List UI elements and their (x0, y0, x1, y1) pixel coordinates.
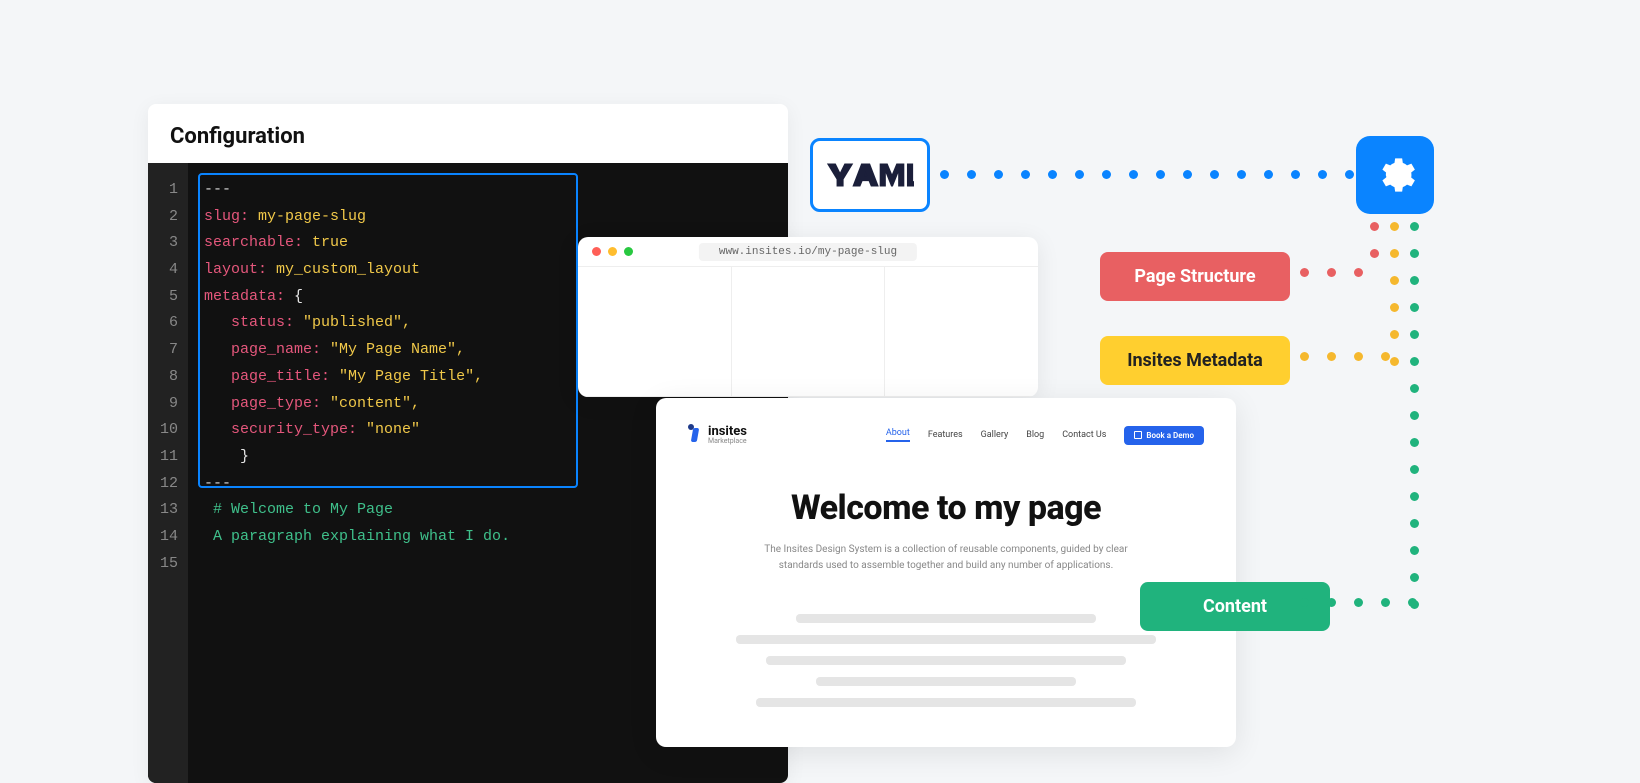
yaml-logo-icon (826, 158, 914, 192)
connector-vertical-red (1370, 222, 1379, 258)
security-type-value: "none" (357, 421, 420, 438)
searchable-key: searchable: (204, 234, 303, 251)
hero-title: Welcome to my page (688, 488, 1204, 528)
status-key: status: (231, 314, 294, 331)
metadata-key: metadata: (204, 288, 285, 305)
connector-vertical-green (1410, 222, 1419, 609)
skeleton-line (796, 614, 1096, 623)
markdown-heading: # Welcome to My Page (213, 501, 393, 518)
skeleton-line (816, 677, 1076, 686)
brace-close: } (240, 448, 249, 465)
brand-sub: Marketplace (708, 438, 747, 445)
page-type-key: page_type: (231, 395, 321, 412)
address-bar[interactable]: www.insites.io/my-page-slug (699, 243, 917, 261)
connector-yaml-to-gear (940, 170, 1354, 179)
insites-metadata-label: Insites Metadata (1127, 350, 1263, 371)
page-structure-label: Page Structure (1134, 266, 1255, 287)
line-number: 3 (154, 230, 182, 257)
connector-vertical-yellow (1390, 222, 1399, 366)
line-number: 9 (154, 391, 182, 418)
nav-contact[interactable]: Contact Us (1062, 430, 1106, 440)
layout-value: my_custom_layout (267, 261, 420, 278)
yaml-close: --- (204, 475, 231, 492)
nav-blog[interactable]: Blog (1026, 430, 1044, 440)
webpage-nav: About Features Gallery Blog Contact Us B… (886, 426, 1204, 445)
line-number: 1 (154, 177, 182, 204)
brand[interactable]: insites Marketplace (688, 424, 747, 446)
pane (732, 267, 886, 396)
cta-label: Book a Demo (1146, 431, 1194, 440)
connector-insites-metadata (1300, 352, 1390, 361)
brace-open: { (285, 288, 303, 305)
content-skeleton (688, 614, 1204, 707)
insites-metadata-pill: Insites Metadata (1100, 336, 1290, 385)
line-number: 2 (154, 204, 182, 231)
minimize-icon[interactable] (608, 247, 617, 256)
line-number: 12 (154, 471, 182, 498)
skeleton-line (756, 698, 1136, 707)
page-title-value: "My Page Title", (330, 368, 483, 385)
line-number: 8 (154, 364, 182, 391)
traffic-lights (592, 247, 633, 256)
line-number: 14 (154, 524, 182, 551)
layout-key: layout: (204, 261, 267, 278)
line-number: 15 (154, 551, 182, 578)
slug-value: my-page-slug (249, 208, 366, 225)
security-type-key: security_type: (231, 421, 357, 438)
slug-key: slug: (204, 208, 249, 225)
line-number-gutter: 1 2 3 4 5 6 7 8 9 10 11 12 13 14 15 (148, 163, 188, 783)
browser-chrome: www.insites.io/my-page-slug (578, 237, 1038, 267)
page-name-value: "My Page Name", (321, 341, 465, 358)
yaml-badge (810, 138, 930, 212)
webpage-hero: Welcome to my page The Insites Design Sy… (688, 488, 1204, 574)
nav-features[interactable]: Features (928, 430, 963, 440)
maximize-icon[interactable] (624, 247, 633, 256)
line-number: 13 (154, 497, 182, 524)
close-icon[interactable] (592, 247, 601, 256)
skeleton-line (766, 656, 1126, 665)
browser-panes (578, 267, 1038, 397)
webpage-header: insites Marketplace About Features Galle… (688, 424, 1204, 458)
webpage-mock: insites Marketplace About Features Galle… (656, 398, 1236, 747)
yaml-open: --- (204, 181, 231, 198)
browser-mock: www.insites.io/my-page-slug (578, 237, 1038, 397)
nav-about[interactable]: About (886, 428, 910, 442)
line-number: 11 (154, 444, 182, 471)
page-type-value: "content", (321, 395, 420, 412)
page-structure-pill: Page Structure (1100, 252, 1290, 301)
book-demo-button[interactable]: Book a Demo (1124, 426, 1204, 445)
brand-logo-icon (688, 424, 702, 446)
pane (578, 267, 732, 396)
line-number: 6 (154, 310, 182, 337)
pane (885, 267, 1038, 396)
skeleton-line (736, 635, 1156, 644)
gear-icon (1374, 154, 1416, 196)
connector-content (1300, 598, 1417, 607)
nav-gallery[interactable]: Gallery (981, 430, 1009, 440)
content-label: Content (1203, 596, 1267, 617)
line-number: 5 (154, 284, 182, 311)
configuration-title: Configuration (148, 104, 788, 163)
page-name-key: page_name: (231, 341, 321, 358)
calendar-icon (1134, 431, 1142, 439)
line-number: 10 (154, 417, 182, 444)
markdown-paragraph: A paragraph explaining what I do. (213, 528, 510, 545)
line-number: 7 (154, 337, 182, 364)
line-number: 4 (154, 257, 182, 284)
hero-subtitle: The Insites Design System is a collectio… (756, 542, 1136, 574)
page-title-key: page_title: (231, 368, 330, 385)
searchable-value: true (303, 234, 348, 251)
status-value: "published", (294, 314, 411, 331)
connector-page-structure (1300, 268, 1363, 277)
gear-badge (1356, 136, 1434, 214)
